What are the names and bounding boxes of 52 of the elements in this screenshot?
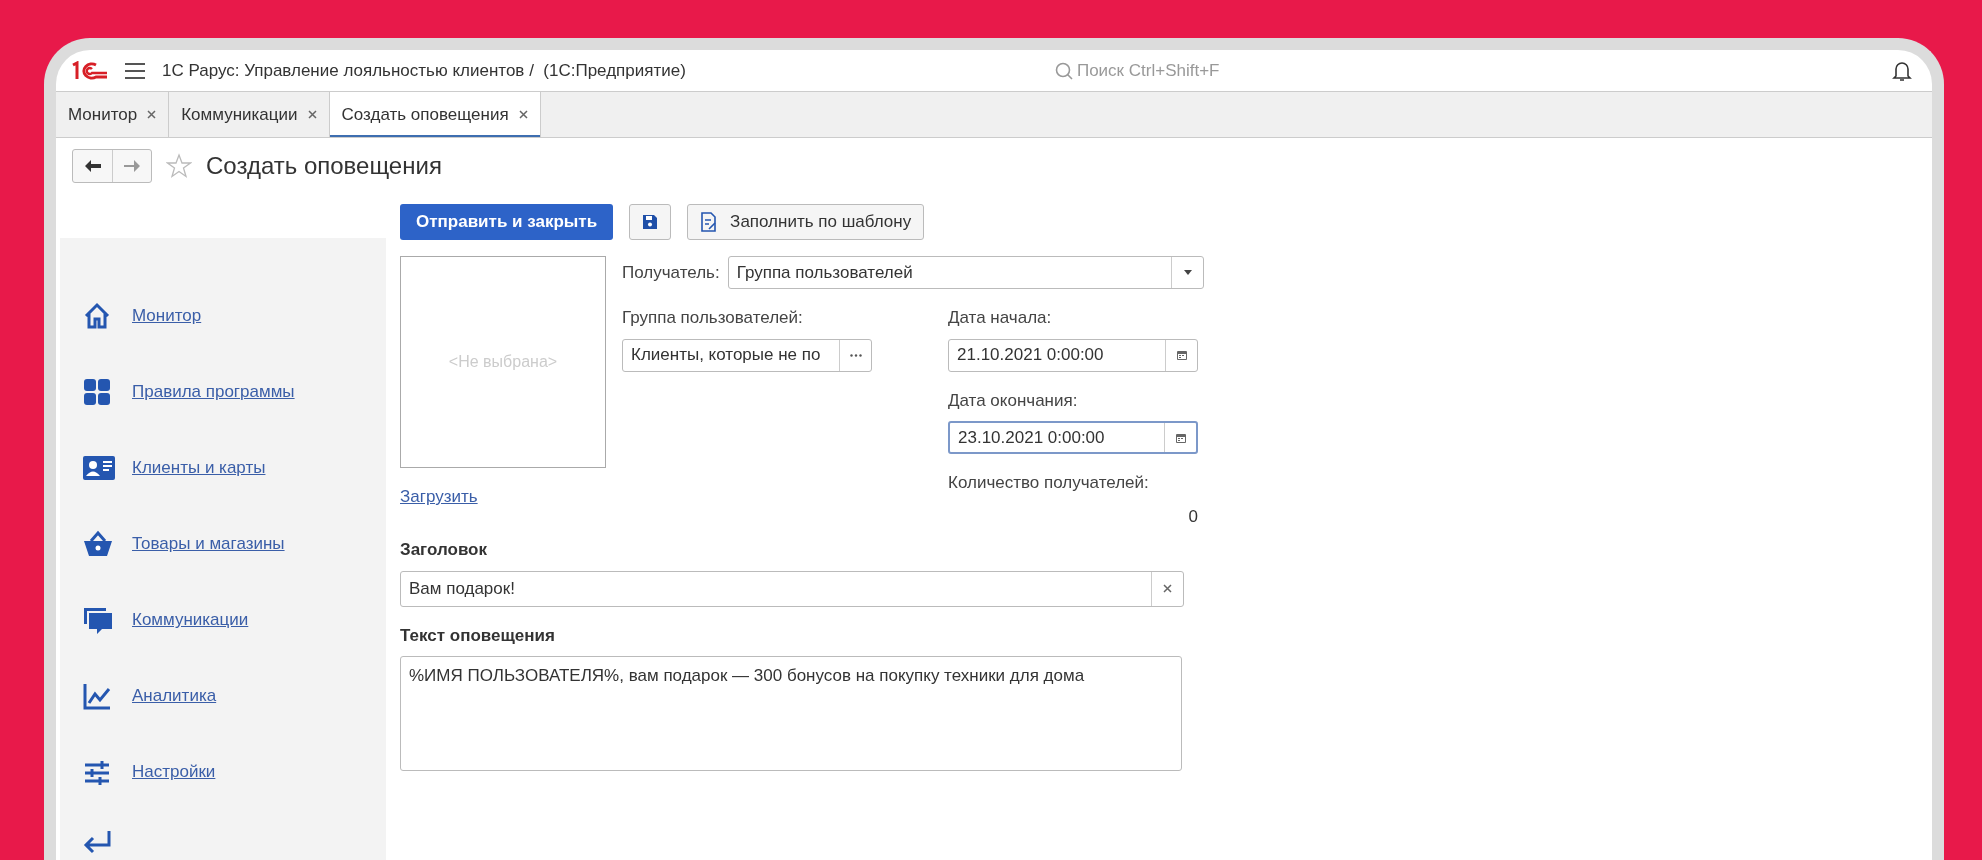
home-icon[interactable] (82, 301, 112, 331)
page-title: Создать оповещения (206, 151, 442, 181)
exit-icon[interactable] (82, 828, 112, 855)
tab[interactable]: Создать оповещения (329, 92, 541, 137)
field-label: Группа пользователей: (622, 307, 804, 329)
star-icon[interactable] (166, 153, 192, 179)
sidebar-link[interactable]: Коммуникации (132, 607, 249, 633)
window-title: 1С Рарус: Управление лояльностью клиентов / (1С:Предприятие) (162, 59, 686, 82)
field-label: Текст оповещения (400, 624, 556, 647)
calendar-icon[interactable] (1175, 349, 1188, 361)
date-field[interactable]: 23.10.2021 0:00:00 (948, 421, 1198, 454)
calendar-icon[interactable] (1174, 431, 1187, 444)
close-icon[interactable] (518, 110, 528, 119)
close-icon[interactable] (147, 110, 157, 119)
chart-icon[interactable] (82, 681, 112, 711)
document-icon (700, 212, 719, 232)
group-field[interactable]: Клиенты, которые не по (622, 338, 872, 372)
message-textarea[interactable]: %ИМЯ ПОЛЬЗОВАТЕЛЯ%, вам подарок — 300 бонусов на покупку техники для дома (400, 656, 1182, 771)
sidebar-link[interactable]: Настройки (132, 759, 216, 785)
dots-icon[interactable] (849, 353, 862, 357)
field-label: Получатель: (622, 261, 720, 284)
count-label: Количество получателей: (948, 472, 1150, 494)
tab[interactable]: Монитор (56, 92, 170, 137)
sidebar-link[interactable]: Товары и магазины (132, 531, 285, 557)
sidebar-link[interactable]: Правила программы (132, 379, 295, 405)
sidebar-link[interactable]: Клиенты и карты (132, 455, 266, 481)
close-icon[interactable] (307, 110, 317, 119)
subject-field[interactable]: Вам подарок! (400, 570, 1184, 607)
field-label: Заголовок (400, 539, 488, 561)
right-arrow-icon (124, 160, 140, 172)
clear-icon[interactable] (1163, 584, 1172, 593)
menu-icon[interactable] (124, 61, 146, 80)
left-arrow-icon (84, 160, 101, 172)
field-label: Дата окончания: (948, 389, 1079, 412)
send-button[interactable]: Отправить и закрыть (400, 204, 614, 240)
basket-icon[interactable] (82, 529, 114, 559)
date-field[interactable]: 21.10.2021 0:00:00 (948, 338, 1198, 372)
save-button[interactable] (629, 204, 672, 240)
recipient-dropdown[interactable]: Группа пользователей (727, 256, 1204, 289)
grid-icon[interactable] (82, 377, 112, 407)
bell-icon[interactable] (1892, 59, 1912, 82)
card-icon[interactable] (82, 454, 116, 482)
count-value: 0 (1187, 505, 1198, 528)
tab[interactable]: Коммуникации (169, 92, 330, 137)
load-link[interactable]: Загрузить (400, 484, 478, 510)
field-label: Дата начала: (948, 307, 1053, 329)
sidebar-link[interactable]: Аналитика (132, 683, 217, 709)
logo-icon (70, 60, 108, 81)
sidebar-link[interactable]: Монитор (132, 303, 202, 329)
template-button[interactable]: Заполнить по шаблону (687, 204, 925, 240)
search-icon (1054, 61, 1073, 80)
caret-icon[interactable] (1183, 270, 1192, 275)
